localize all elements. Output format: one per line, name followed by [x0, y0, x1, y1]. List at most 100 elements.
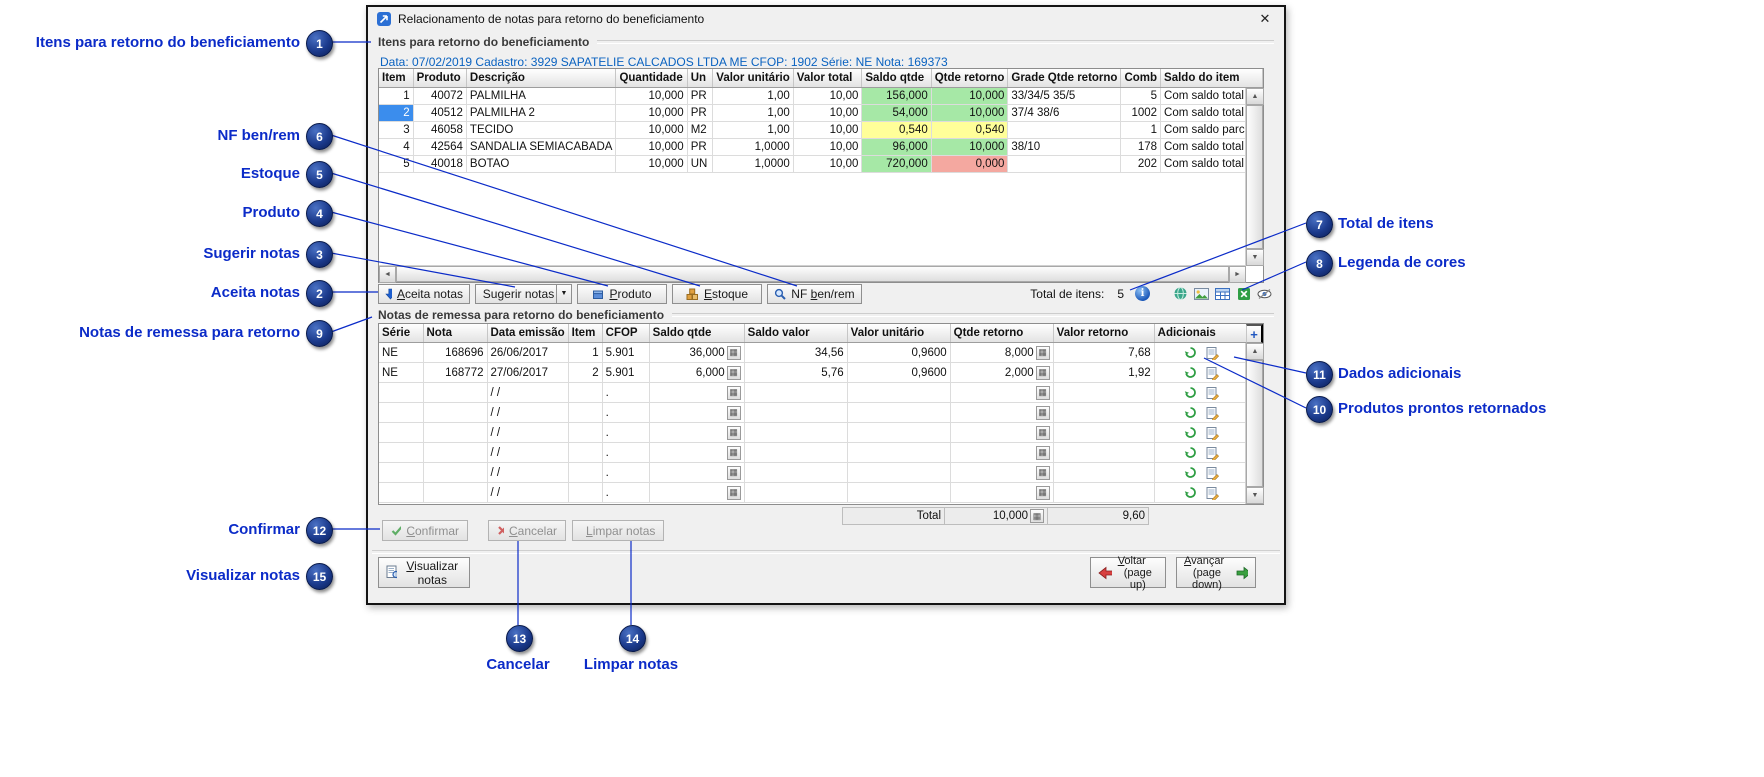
cell-valor-unitario[interactable]: 1,00 — [713, 105, 794, 122]
cell-cfop[interactable]: 5.901 — [602, 363, 649, 383]
calc-button[interactable]: ▦ — [727, 466, 741, 480]
cell-cfop[interactable]: . — [602, 423, 649, 443]
cell-valor-unitario[interactable] — [847, 443, 950, 463]
dados-adicionais-button[interactable] — [1204, 425, 1222, 441]
cell-qtde-retorno[interactable]: ▦ — [950, 443, 1053, 463]
cell-qtde-retorno[interactable]: ▦ — [950, 463, 1053, 483]
cell-item[interactable] — [568, 423, 602, 443]
item-row-1[interactable]: 1 40072 PALMILHA 10,000 PR 1,00 10,00 15… — [379, 88, 1263, 105]
calc-button[interactable]: ▦ — [1036, 406, 1050, 420]
produtos-prontos-retornados-button[interactable] — [1182, 365, 1200, 381]
scroll-thumb[interactable] — [1246, 105, 1263, 249]
cell-saldo-qtde[interactable]: ▦ — [649, 383, 744, 403]
nota-row-5[interactable]: / / . ▦ ▦ — [379, 423, 1249, 443]
cell-un[interactable]: M2 — [687, 122, 713, 139]
cell-descricao[interactable]: PALMILHA 2 — [466, 105, 616, 122]
cell-saldo-qtde[interactable]: ▦ — [649, 483, 744, 503]
cell-nota[interactable]: 168772 — [423, 363, 487, 383]
calc-button[interactable]: ▦ — [1036, 346, 1050, 360]
cell-item[interactable]: 1 — [379, 88, 413, 105]
cell-data-emissao[interactable]: / / — [487, 463, 568, 483]
cell-item[interactable] — [568, 483, 602, 503]
cell-un[interactable]: UN — [687, 156, 713, 173]
cell-saldo-qtde[interactable]: ▦ — [649, 403, 744, 423]
produtos-prontos-retornados-button[interactable] — [1182, 345, 1200, 361]
cell-saldo-qtde[interactable]: 96,000 — [862, 139, 931, 156]
sugerir-notas-button[interactable]: Sugerir notas — [475, 284, 557, 304]
cell-saldo-valor[interactable] — [744, 383, 847, 403]
cell-un[interactable]: PR — [687, 139, 713, 156]
cancelar-button[interactable]: Cancelar — [488, 520, 566, 541]
calc-button[interactable]: ▦ — [1030, 509, 1044, 523]
voltar-button[interactable]: Voltar (page up) — [1090, 557, 1166, 588]
cell-saldo-valor[interactable]: 34,56 — [744, 343, 847, 363]
cell-comb[interactable]: 178 — [1121, 139, 1161, 156]
cell-qtde-retorno[interactable]: 2,000▦ — [950, 363, 1053, 383]
cell-serie[interactable]: NE — [379, 363, 423, 383]
cell-data-emissao[interactable]: 26/06/2017 — [487, 343, 568, 363]
calc-button[interactable]: ▦ — [727, 406, 741, 420]
aceita-notas-button[interactable]: Aceita notas — [378, 284, 470, 304]
scroll-up-button[interactable]: ▲ — [1246, 343, 1264, 360]
cell-comb[interactable]: 1 — [1121, 122, 1161, 139]
cell-serie[interactable] — [379, 383, 423, 403]
item-row-5[interactable]: 5 40018 BOTAO 10,000 UN 1,0000 10,00 720… — [379, 156, 1263, 173]
cell-saldo-qtde[interactable]: 0,540 — [862, 122, 931, 139]
cell-nota[interactable]: 168696 — [423, 343, 487, 363]
cell-cfop[interactable]: . — [602, 403, 649, 423]
cell-valor-retorno[interactable]: 7,68 — [1053, 343, 1154, 363]
calc-button[interactable]: ▦ — [1036, 426, 1050, 440]
cell-nota[interactable] — [423, 403, 487, 423]
dados-adicionais-button[interactable] — [1204, 365, 1222, 381]
cell-data-emissao[interactable]: / / — [487, 443, 568, 463]
calc-button[interactable]: ▦ — [1036, 466, 1050, 480]
cell-nota[interactable] — [423, 443, 487, 463]
dados-adicionais-button[interactable] — [1204, 465, 1222, 481]
produtos-prontos-retornados-button[interactable] — [1182, 405, 1200, 421]
excel-export-icon[interactable] — [1234, 285, 1253, 302]
cell-qtde-retorno[interactable]: 0,000 — [931, 156, 1008, 173]
eye-icon[interactable] — [1255, 285, 1274, 302]
cell-valor-retorno[interactable] — [1053, 443, 1154, 463]
calc-button[interactable]: ▦ — [727, 486, 741, 500]
cell-nota[interactable] — [423, 423, 487, 443]
cell-data-emissao[interactable]: / / — [487, 383, 568, 403]
cell-valor-unitario[interactable]: 1,0000 — [713, 156, 794, 173]
cell-serie[interactable] — [379, 423, 423, 443]
calc-button[interactable]: ▦ — [727, 366, 741, 380]
cell-valor-unitario[interactable] — [847, 403, 950, 423]
cell-grade[interactable] — [1008, 156, 1121, 173]
calc-button[interactable]: ▦ — [1036, 486, 1050, 500]
cell-saldo-valor[interactable] — [744, 483, 847, 503]
cell-valor-unitario[interactable]: 1,0000 — [713, 139, 794, 156]
cell-serie[interactable] — [379, 463, 423, 483]
cell-saldo-qtde[interactable]: ▦ — [649, 443, 744, 463]
calc-button[interactable]: ▦ — [1036, 366, 1050, 380]
cell-produto[interactable]: 42564 — [413, 139, 466, 156]
item-row-3[interactable]: 3 46058 TECIDO 10,000 M2 1,00 10,00 0,54… — [379, 122, 1263, 139]
dados-adicionais-button[interactable] — [1204, 405, 1222, 421]
nota-row-6[interactable]: / / . ▦ ▦ — [379, 443, 1249, 463]
cell-qtde-retorno[interactable]: ▦ — [950, 423, 1053, 443]
cell-item[interactable]: 3 — [379, 122, 413, 139]
nota-row-2[interactable]: NE 168772 27/06/2017 2 5.901 6,000▦ 5,76… — [379, 363, 1249, 383]
nota-row-1[interactable]: NE 168696 26/06/2017 1 5.901 36,000▦ 34,… — [379, 343, 1249, 363]
cell-quantidade[interactable]: 10,000 — [616, 105, 687, 122]
cell-nota[interactable] — [423, 483, 487, 503]
cell-descricao[interactable]: PALMILHA — [466, 88, 616, 105]
cell-un[interactable]: PR — [687, 105, 713, 122]
scroll-right-button[interactable]: ► — [1229, 266, 1246, 283]
cell-nota[interactable] — [423, 383, 487, 403]
cell-valor-retorno[interactable] — [1053, 463, 1154, 483]
close-button[interactable]: ✕ — [1256, 11, 1274, 27]
cell-item[interactable]: 2 — [568, 363, 602, 383]
avancar-button[interactable]: Avançar (page down) — [1176, 557, 1256, 588]
cell-descricao[interactable]: SANDALIA SEMIACABADA — [466, 139, 616, 156]
cell-descricao[interactable]: BOTAO — [466, 156, 616, 173]
photo-icon[interactable] — [1192, 285, 1211, 302]
cell-valor-retorno[interactable] — [1053, 383, 1154, 403]
nf-ben-rem-button[interactable]: NF ben/rem — [767, 284, 862, 304]
cell-serie[interactable] — [379, 403, 423, 423]
cell-grade[interactable]: 33/34/5 35/5 — [1008, 88, 1121, 105]
cell-quantidade[interactable]: 10,000 — [616, 122, 687, 139]
